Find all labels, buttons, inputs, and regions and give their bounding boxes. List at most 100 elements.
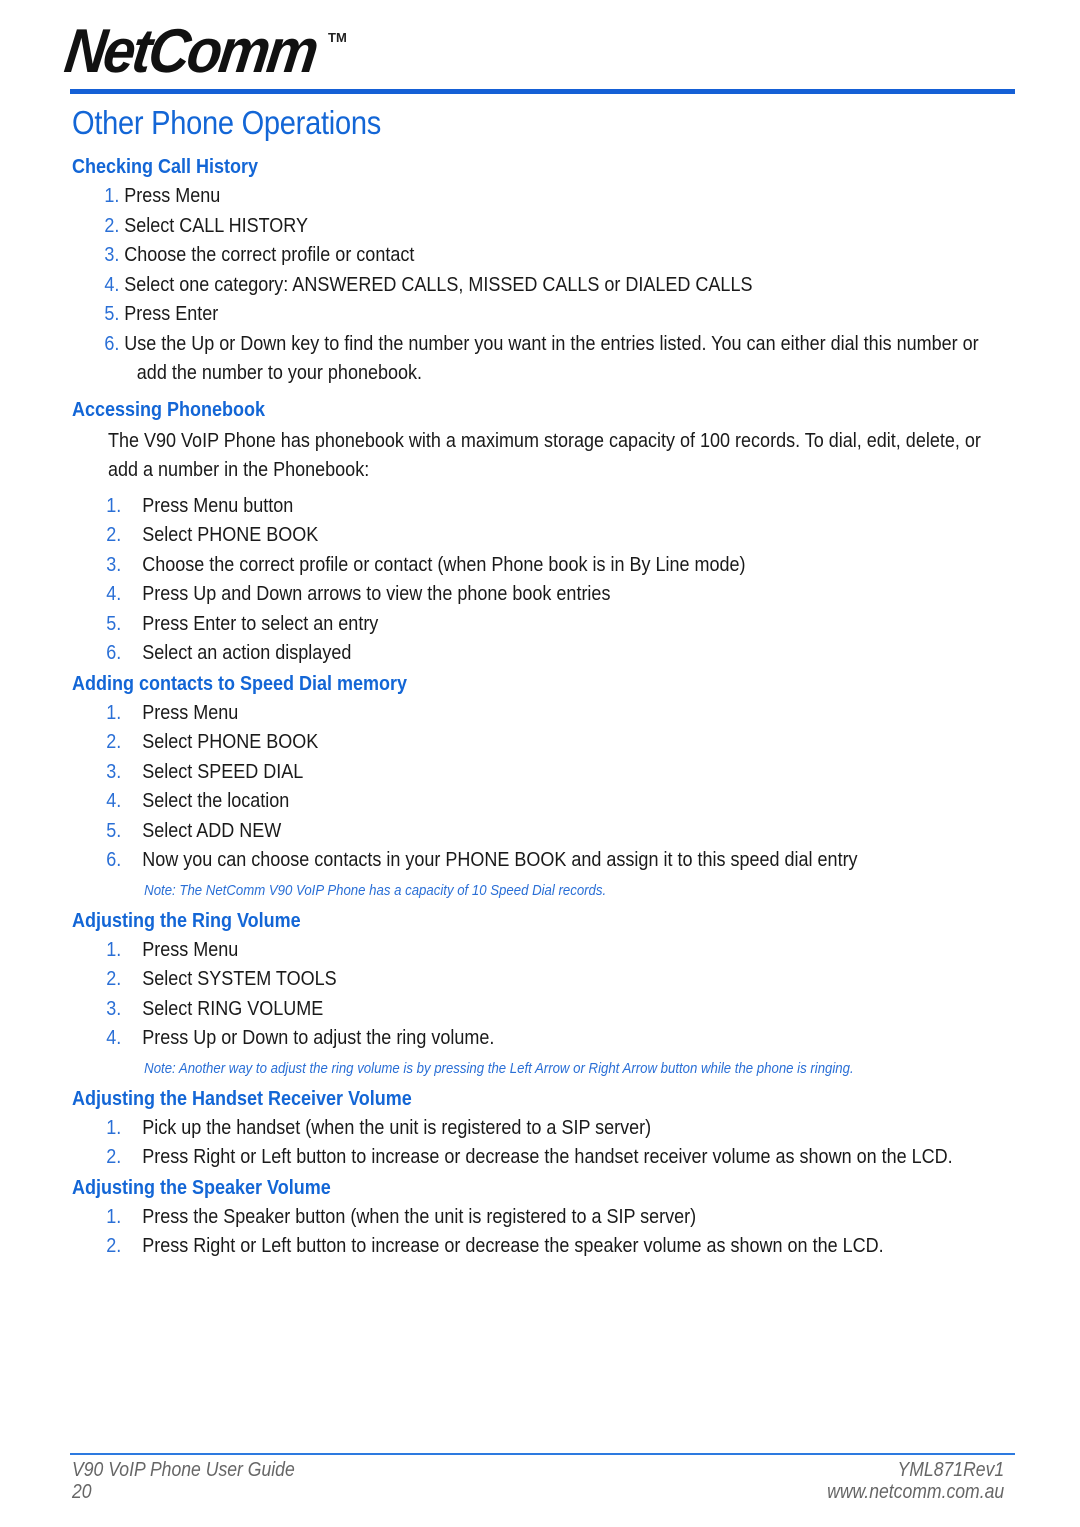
step-number: 5.: [106, 819, 122, 842]
step-text: Press Up or Down to adjust the ring volu…: [142, 1027, 495, 1049]
section-heading: Checking Call History: [72, 156, 259, 178]
step-text: Pick up the handset (when the unit is re…: [142, 1116, 652, 1139]
list-item: 2. Press Right or Left button to increase…: [72, 1232, 927, 1262]
section-heading: Adjusting the Speaker Volume: [72, 1176, 331, 1199]
guide-title: V90 VoIP Phone User Guide: [72, 1459, 295, 1481]
section-checking-call-history: Checking Call History 1. Press Menu 2. Sel…: [72, 152, 1022, 389]
step-text: Press Enter to select an entry: [142, 612, 379, 635]
step-number: 3.: [106, 997, 122, 1020]
netcomm-logo: NetComm TM: [61, 17, 350, 86]
step-number: 3.: [104, 244, 120, 266]
step-text: Press Menu: [124, 185, 221, 207]
section-accessing-phonebook: Accessing Phonebook The V90 VoIP Phone h…: [72, 395, 1022, 669]
section-heading: Adjusting the Handset Receiver Volume: [72, 1087, 412, 1110]
list-item-continuation: add the number to your phonebook.: [72, 359, 927, 389]
step-text: Select SPEED DIAL: [142, 760, 304, 783]
footer-left: V90 VoIP Phone User Guide 20: [72, 1459, 295, 1503]
step-text: Use the Up or Down key to find the numbe…: [124, 332, 979, 355]
list-item: 2. Press Right or Left button to increase…: [72, 1143, 952, 1173]
step-text-continued: add the number to your phonebook.: [136, 362, 423, 384]
step-number: 4.: [104, 273, 120, 296]
list-item: 2. Select PHONE BOOK: [72, 521, 927, 551]
step-text: Select the location: [142, 790, 290, 812]
step-number: 5.: [106, 612, 122, 635]
step-number: 6.: [104, 332, 120, 355]
step-text: Now you can choose contacts in your PHON…: [142, 849, 858, 871]
step-number: 6.: [106, 849, 122, 871]
footer-right: YML871Rev1 www.netcomm.com.au: [827, 1459, 1004, 1503]
list-item: 1. Press Menu: [72, 936, 927, 966]
step-text: Press Right or Left button to increase o…: [142, 1235, 884, 1257]
note-text: Note: Another way to adjust the ring vol…: [144, 1059, 854, 1077]
step-text: Press Up and Down arrows to view the pho…: [142, 583, 611, 605]
list-item: 5. Press Enter: [72, 300, 927, 330]
footer-divider: [70, 1453, 1015, 1455]
list-item: 6. Now you can choose contacts in your PH…: [72, 846, 927, 876]
step-text: Select one category: ANSWERED CALLS, MIS…: [124, 273, 753, 296]
step-text: Press Right or Left button to increase o…: [142, 1146, 953, 1168]
note-text: Note: The NetComm V90 VoIP Phone has a c…: [144, 881, 607, 899]
steps-list: 1. Press the Speaker button (when the uni…: [72, 1203, 1022, 1262]
step-number: 1.: [106, 494, 122, 517]
step-number: 4.: [106, 1027, 122, 1049]
step-number: 2.: [106, 1235, 122, 1257]
website-link[interactable]: www.netcomm.com.au: [827, 1481, 1004, 1503]
step-number: 1.: [106, 1205, 122, 1228]
section-ring-volume: Adjusting the Ring Volume 1. Press Menu 2…: [72, 906, 1022, 1084]
section-handset-volume: Adjusting the Handset Receiver Volume 1.…: [72, 1084, 1022, 1173]
step-number: 2.: [106, 1146, 122, 1168]
step-text: Press Menu button: [142, 494, 294, 517]
step-text: Select PHONE BOOK: [142, 524, 319, 546]
section-heading: Accessing Phonebook: [72, 398, 266, 421]
list-item: 1. Press Menu: [72, 182, 927, 212]
step-number: 5.: [104, 303, 120, 325]
section-heading: Adjusting the Ring Volume: [72, 909, 301, 932]
list-item: 4. Select the location: [72, 787, 927, 817]
step-text: Select an action displayed: [142, 642, 352, 664]
header-divider: [70, 89, 1015, 94]
list-item: 2. Select PHONE BOOK: [72, 728, 927, 758]
steps-list: 1. Press Menu button 2. Select PHONE BOOK …: [72, 492, 1022, 669]
list-item: 1. Press Menu button: [72, 492, 927, 522]
list-item: 5. Select ADD NEW: [72, 817, 927, 847]
step-text: Select CALL HISTORY: [124, 214, 308, 237]
list-item: 6. Use the Up or Down key to find the num…: [72, 330, 978, 360]
steps-list: 1. Pick up the handset (when the unit is …: [72, 1114, 1022, 1173]
step-number: 6.: [106, 642, 122, 664]
list-item: 4. Select one category: ANSWERED CALLS, M…: [72, 271, 927, 301]
step-number: 4.: [106, 790, 122, 812]
steps-list: 1. Press Menu 2. Select PHONE BOOK 3. Selec…: [72, 699, 1022, 876]
page-content: Checking Call History 1. Press Menu 2. Sel…: [72, 152, 1022, 1262]
step-number: 2.: [106, 968, 122, 990]
step-number: 3.: [106, 760, 122, 783]
step-number: 2.: [104, 214, 120, 237]
list-item: 3. Select SPEED DIAL: [72, 758, 927, 788]
step-text: Select PHONE BOOK: [142, 731, 319, 753]
step-text: Press Menu: [142, 701, 239, 724]
list-item: 5. Press Enter to select an entry: [72, 610, 927, 640]
intro-line: add a number in the Phonebook:: [108, 459, 370, 481]
list-item: 3. Choose the correct profile or contact: [72, 241, 927, 271]
list-item: 1. Press Menu: [72, 699, 927, 729]
step-number: 1.: [106, 1116, 122, 1139]
step-number: 1.: [106, 701, 122, 724]
logo-trademark: TM: [328, 30, 347, 45]
section-speed-dial: Adding contacts to Speed Dial memory 1. P…: [72, 669, 1022, 906]
step-text: Select SYSTEM TOOLS: [142, 968, 337, 990]
step-text: Select ADD NEW: [142, 819, 282, 842]
section-intro: The V90 VoIP Phone has phonebook with a …: [72, 427, 1044, 486]
list-item: 3. Choose the correct profile or contact …: [72, 551, 927, 581]
intro-line: The V90 VoIP Phone has phonebook with a …: [108, 429, 981, 452]
section-heading: Adding contacts to Speed Dial memory: [72, 672, 408, 695]
list-item: 1. Pick up the handset (when the unit is …: [72, 1114, 927, 1144]
step-text: Press the Speaker button (when the unit …: [142, 1205, 697, 1228]
logo-wordmark: NetComm: [60, 17, 320, 86]
steps-list: 1. Press Menu 2. Select CALL HISTORY 3. Cho…: [72, 182, 1022, 389]
step-number: 4.: [106, 583, 122, 605]
step-number: 1.: [104, 185, 120, 207]
list-item: 1. Press the Speaker button (when the uni…: [72, 1203, 927, 1233]
step-number: 2.: [106, 524, 122, 546]
list-item: 3. Select RING VOLUME: [72, 995, 927, 1025]
step-number: 2.: [106, 731, 122, 753]
page-number: 20: [72, 1481, 92, 1503]
